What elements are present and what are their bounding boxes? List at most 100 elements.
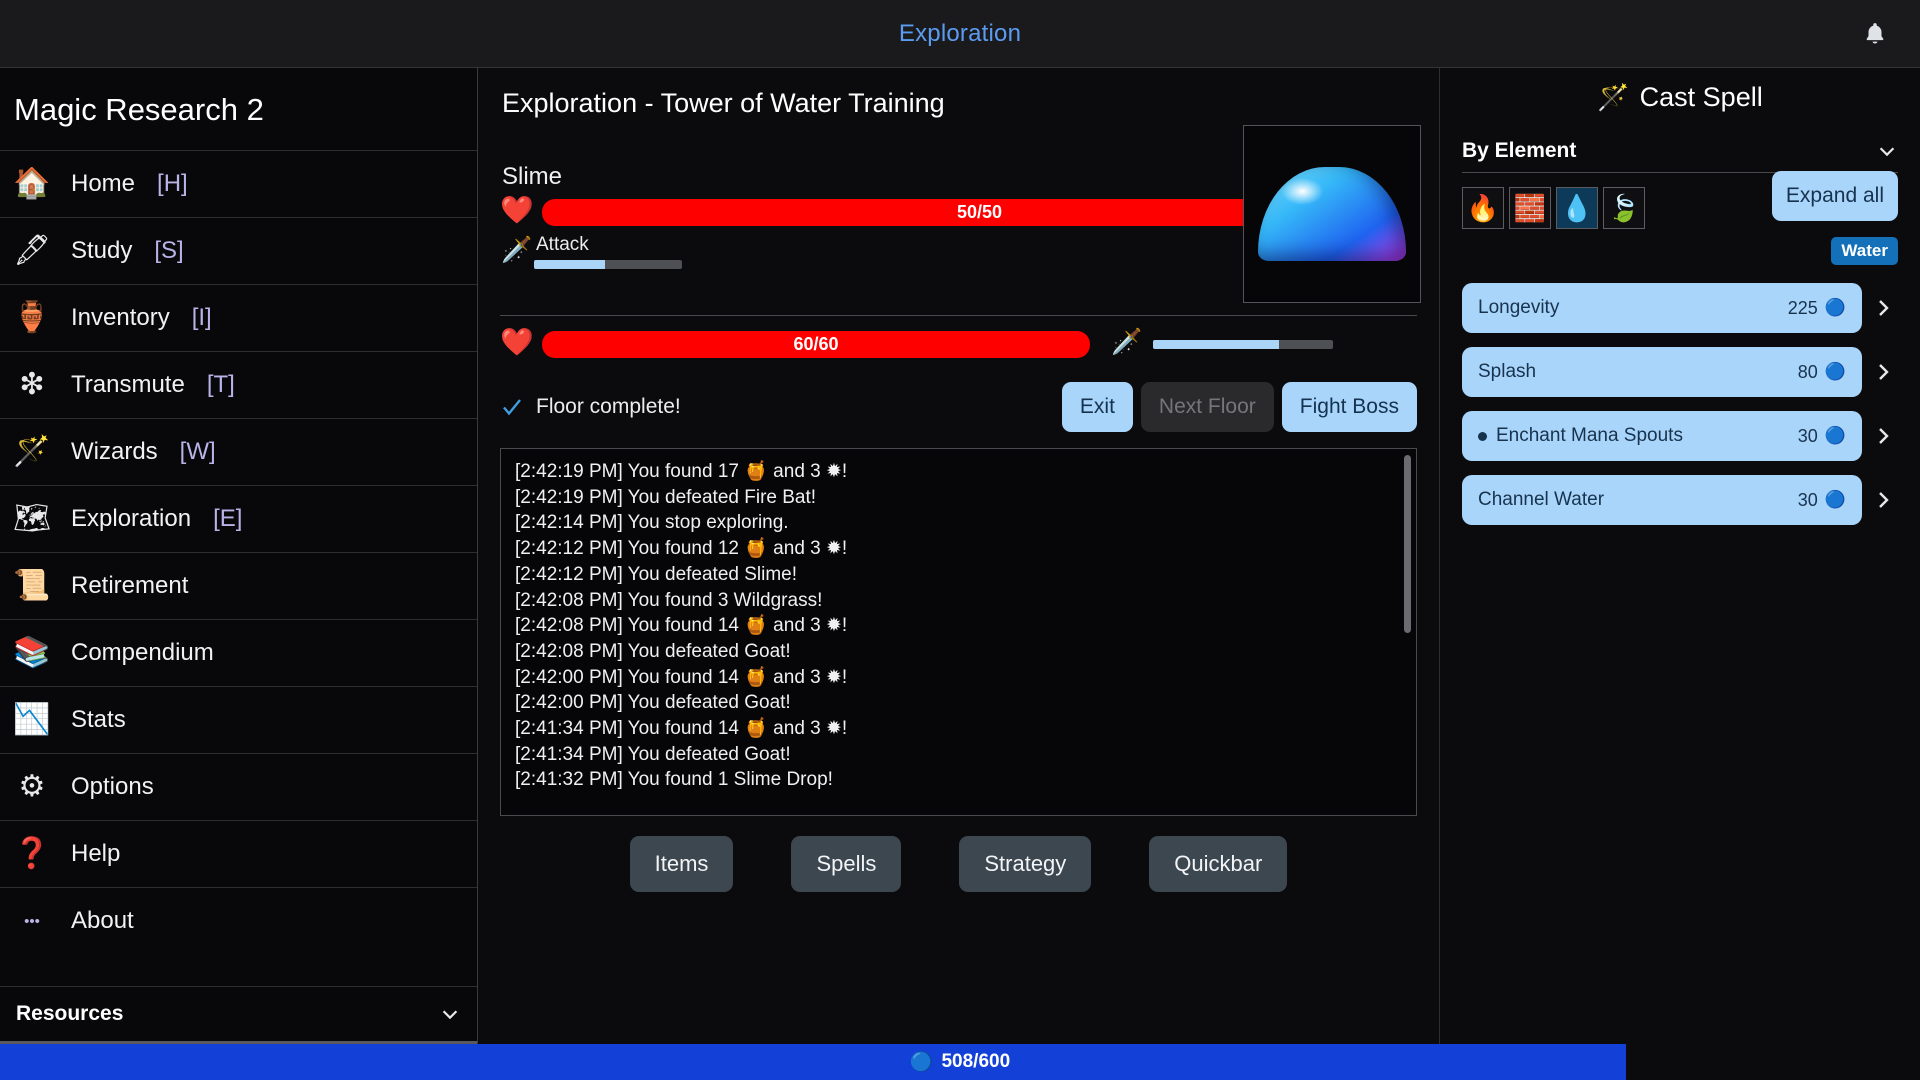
resources-section-toggle[interactable]: Resources [0, 986, 477, 1044]
active-spell-dot-icon [1478, 431, 1487, 441]
player-hp-bar: 60/60 [542, 330, 1090, 358]
spell-name: Enchant Mana Spouts [1496, 425, 1683, 446]
by-element-group-toggle[interactable]: By Element [1462, 139, 1898, 173]
heart-icon: ❤️ [500, 195, 534, 225]
ellipsis-icon: ••• [24, 912, 40, 930]
log-entry: [2:42:00 PM] You found 14 🍯 and 3 ✹! [515, 666, 848, 688]
cast-longevity-button[interactable]: Longevity 225 🔵 [1462, 283, 1862, 333]
sidebar-item-inventory[interactable]: 🏺 Inventory [I] [0, 284, 477, 351]
cast-spell-header: 🪄 Cast Spell [1462, 68, 1898, 113]
spell-cost: 30 [1797, 489, 1818, 510]
heart-icon: ❤️ [500, 327, 534, 357]
fire-icon: 🔥 [1466, 192, 1500, 223]
sidebar-item-label: Study [71, 237, 133, 264]
quickbar-button[interactable]: Quickbar [1149, 836, 1288, 892]
element-filter-air[interactable]: 🍃 [1603, 187, 1645, 229]
earth-icon: 🧱 [1513, 192, 1547, 223]
sidebar-item-help[interactable]: ❓ Help [0, 820, 477, 887]
cast-splash-button[interactable]: Splash 80 🔵 [1462, 347, 1862, 397]
element-filter-water[interactable]: 💧 [1556, 187, 1598, 229]
mana-orb-icon: 🔵 [1824, 426, 1846, 445]
sparkle-icon: ❇ [19, 368, 45, 401]
quickbar-buttons: Items Spells Strategy Quickbar [500, 836, 1417, 892]
chevron-right-icon[interactable] [1868, 296, 1898, 320]
exit-button[interactable]: Exit [1061, 382, 1133, 432]
sidebar-item-label: Options [71, 773, 154, 800]
slime-sprite [1258, 167, 1406, 261]
by-element-label: By Element [1462, 139, 1577, 162]
map-icon: 🗺 [12, 502, 52, 535]
element-filter-row: 🔥 🧱 💧 🍃 Expand all [1462, 171, 1898, 229]
chevron-right-icon[interactable] [1868, 488, 1898, 512]
floor-status-row: Floor complete! Exit Next Floor Fight Boss [500, 382, 1417, 432]
log-entry: [2:42:14 PM] You stop exploring. [515, 512, 789, 534]
log-entry: [2:42:08 PM] You defeated Goat! [515, 640, 791, 662]
wand-sparkle-icon: 🪄 [1597, 82, 1630, 112]
sidebar-item-stats[interactable]: 📉 Stats [0, 686, 477, 753]
sidebar-item-label: Transmute [71, 371, 185, 398]
event-log[interactable]: [2:42:19 PM] You found 17 🍯 and 3 ✹! [2:4… [500, 448, 1417, 816]
spell-list: Longevity 225 🔵 Splash 80 🔵 Enchant Mana Spout… [1462, 283, 1898, 525]
spell-cost: 30 [1797, 425, 1818, 446]
mana-orb-icon: 🔵 [1824, 490, 1846, 509]
spells-button[interactable]: Spells [791, 836, 902, 892]
spell-name: Longevity [1478, 297, 1560, 318]
floor-status-text: Floor complete! [536, 395, 681, 418]
wand-icon: 🪄 [13, 435, 51, 468]
chevron-right-icon[interactable] [1868, 424, 1898, 448]
log-entry: [2:42:00 PM] You defeated Goat! [515, 692, 791, 714]
app-title: Magic Research 2 [14, 92, 264, 127]
player-attack-group: 🗡️ [1110, 328, 1333, 360]
element-filter-fire[interactable]: 🔥 [1462, 187, 1504, 229]
log-entry: [2:41:34 PM] You found 14 🍯 and 3 ✹! [515, 718, 848, 740]
element-badge-row: Water [1462, 237, 1898, 265]
status-badge: Water [1831, 237, 1898, 265]
fight-boss-button[interactable]: Fight Boss [1281, 382, 1417, 432]
check-icon [503, 399, 521, 416]
sidebar-item-home[interactable]: 🏠 Home [H] [0, 150, 477, 217]
sidebar-item-wizards[interactable]: 🪄 Wizards [W] [0, 418, 477, 485]
enemy-attack-fill [534, 260, 606, 269]
top-bar: Exploration [0, 0, 1920, 68]
sidebar-item-label: Home [71, 170, 136, 197]
log-entry: [2:42:08 PM] You found 14 🍯 and 3 ✹! [515, 615, 848, 637]
sidebar-item-study[interactable]: 🖋 Study [S] [0, 217, 477, 284]
log-entry: [2:41:34 PM] You defeated Goat! [515, 743, 791, 765]
element-filter-earth[interactable]: 🧱 [1509, 187, 1551, 229]
player-attack-track [1153, 339, 1333, 349]
mana-orb-icon: 🔵 [909, 1052, 934, 1073]
house-icon: 🏠 [13, 167, 51, 200]
mana-orb-icon: 🔵 [1824, 362, 1846, 381]
player-attack-fill [1153, 339, 1279, 349]
cast-channel-water-button[interactable]: Channel Water 30 🔵 [1462, 475, 1862, 525]
cast-enchant-mana-spouts-button[interactable]: Enchant Mana Spouts 30 🔵 [1462, 411, 1862, 461]
sidebar-item-options[interactable]: ⚙ Options [0, 753, 477, 820]
spell-name: Channel Water [1478, 489, 1605, 510]
items-button[interactable]: Items [629, 836, 734, 892]
enemy-block: Slime ❤️ 50/50 🗡️ Attack [500, 125, 1421, 303]
sidebar-item-exploration[interactable]: 🗺 Exploration [E] [0, 485, 477, 552]
scroll-icon: 📜 [13, 569, 51, 602]
books-icon: 📚 [13, 636, 51, 669]
mana-amount-text: 508/600 [941, 1051, 1011, 1072]
notification-bell-button[interactable] [1858, 17, 1892, 51]
sidebar-item-transmute[interactable]: ❇ Transmute [T] [0, 351, 477, 418]
sidebar-item-label: Inventory [71, 304, 170, 331]
mana-orb-icon: 🔵 [1824, 298, 1846, 317]
floor-action-buttons: Exit Next Floor Fight Boss [1061, 382, 1417, 432]
sidebar-item-retirement[interactable]: 📜 Retirement [0, 552, 477, 619]
spell-row: Enchant Mana Spouts 30 🔵 [1462, 411, 1898, 461]
sidebar-item-label: Wizards [71, 438, 158, 465]
sidebar-item-about[interactable]: ••• About [0, 887, 477, 954]
log-scrollbar-thumb[interactable] [1404, 455, 1411, 633]
enemy-attack-label: Attack [536, 234, 589, 255]
chevron-right-icon[interactable] [1868, 360, 1898, 384]
player-status-row: ❤️ 60/60 🗡️ [500, 328, 1417, 360]
log-entry: [2:42:08 PM] You found 3 Wildgrass! [515, 589, 823, 611]
spell-cost: 225 [1787, 297, 1818, 318]
sidebar-item-compendium[interactable]: 📚 Compendium [0, 619, 477, 686]
spell-row: Splash 80 🔵 [1462, 347, 1898, 397]
strategy-button[interactable]: Strategy [959, 836, 1092, 892]
sidebar-nav-list: 🏠 Home [H] 🖋 Study [S] 🏺 Inventory [I] ❇ Transmute… [0, 150, 477, 986]
expand-all-button[interactable]: Expand all [1771, 171, 1898, 221]
